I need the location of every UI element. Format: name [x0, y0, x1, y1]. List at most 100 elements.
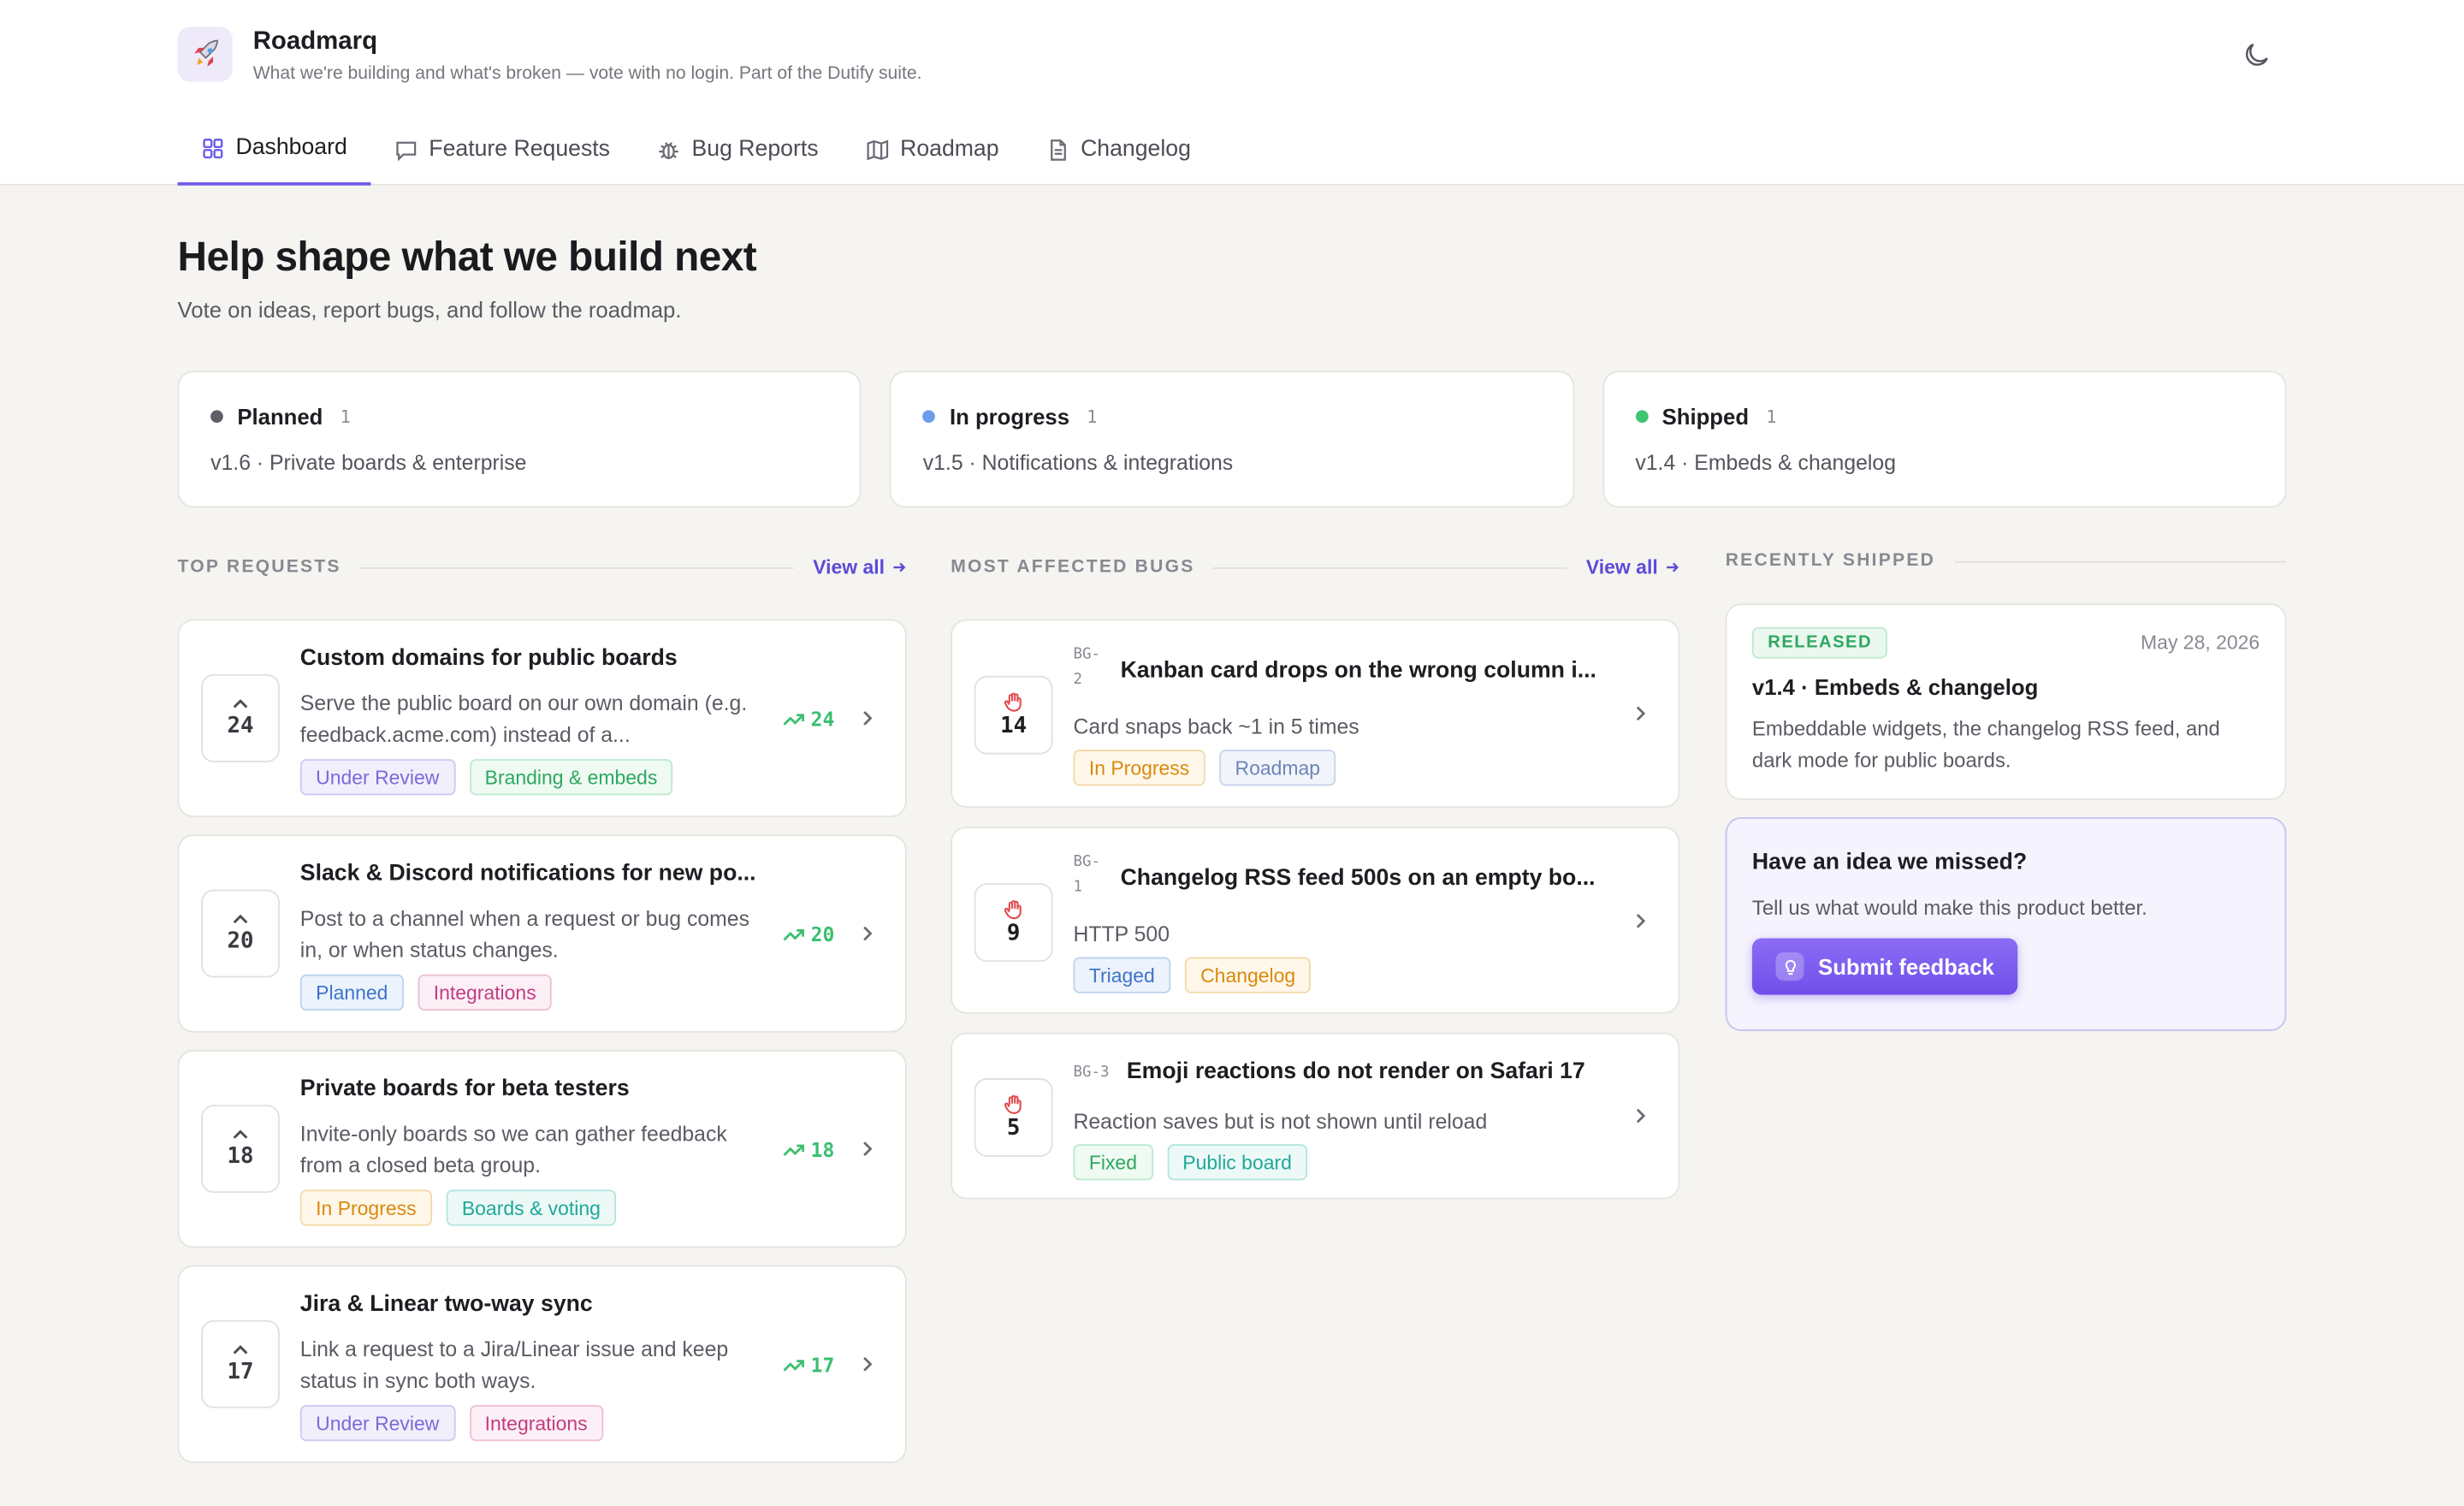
trend-count: 20 [810, 922, 835, 946]
request-card[interactable]: 24 Custom domains for public boards Serv… [177, 619, 907, 818]
tag-badge[interactable]: Triaged [1073, 957, 1171, 993]
trend-indicator: 24 [783, 707, 835, 732]
upvote-button[interactable]: 18 [201, 1105, 280, 1194]
tag-badge[interactable]: Fixed [1073, 1144, 1153, 1181]
trend-count: 18 [810, 1137, 835, 1162]
view-all-requests-link[interactable]: View all [813, 556, 907, 578]
chevron-right-icon[interactable] [1631, 911, 1650, 930]
release-title: v1.4 · Embeds & changelog [1751, 673, 2039, 700]
chevron-right-icon[interactable] [858, 924, 877, 943]
chevron-right-icon[interactable] [1631, 1106, 1650, 1125]
arrow-right-icon [893, 562, 906, 572]
trend-indicator: 17 [783, 1353, 835, 1377]
affected-button[interactable]: 14 [974, 675, 1053, 755]
tag-badge[interactable]: Under Review [299, 759, 455, 796]
tab-label: Roadmap [900, 136, 999, 163]
status-dot [922, 410, 936, 424]
request-card[interactable]: 17 Jira & Linear two-way sync Link a req… [177, 1265, 907, 1463]
view-all-bugs-link[interactable]: View all [1586, 556, 1680, 578]
chevron-right-icon[interactable] [858, 1355, 877, 1373]
view-all-label: View all [1585, 556, 1658, 578]
status-card-shipped[interactable]: Shipped 1 v1.4 · Embeds & changelog [1602, 371, 2287, 508]
request-card[interactable]: 18 Private boards for beta testers Invit… [177, 1049, 907, 1248]
trending-up-icon [783, 713, 804, 725]
grid-icon [203, 138, 223, 158]
tag-badge[interactable]: Under Review [299, 1405, 455, 1442]
affected-button[interactable]: 5 [974, 1077, 1053, 1157]
chevron-right-icon[interactable] [1631, 704, 1650, 723]
status-card-planned[interactable]: Planned 1 v1.6 · Private boards & enterpr… [177, 371, 862, 508]
request-tags: In Progress Boards & voting [299, 1189, 617, 1226]
tag-badge[interactable]: Changelog [1184, 957, 1312, 993]
request-tags: Under Review Branding & embeds [299, 759, 673, 796]
upvote-button[interactable]: 17 [201, 1319, 280, 1408]
bugs-section: MOST AFFECTED BUGS View all 14 BG- 2 Kanb… [951, 550, 1680, 1200]
trend-indicator: 18 [783, 1137, 835, 1162]
top-bar: Roadmarq What we're building and what's … [0, 0, 2464, 186]
upvote-button[interactable]: 20 [201, 889, 280, 978]
trending-up-icon [783, 1143, 804, 1156]
tag-badge[interactable]: Integrations [469, 1405, 604, 1442]
request-title: Slack & Discord notifications for new po… [299, 861, 756, 886]
bug-title: Emoji reactions do not render on Safari … [1126, 1058, 1585, 1085]
moon-icon[interactable] [2241, 39, 2272, 71]
tab-label: Dashboard [235, 134, 347, 161]
tag-badge[interactable]: Boards & voting [446, 1189, 617, 1226]
hand-icon [1004, 1094, 1022, 1114]
trend-indicator: 20 [783, 922, 835, 946]
request-title: Jira & Linear two-way sync [299, 1291, 593, 1318]
brand: Roadmarq What we're building and what's … [177, 27, 922, 84]
status-count: 1 [1766, 406, 1777, 427]
bug-card[interactable]: 14 BG- 2 Kanban card drops on the wrong c… [951, 619, 1680, 809]
section-heading: TOP REQUESTS [177, 558, 341, 578]
chevron-right-icon[interactable] [858, 709, 877, 727]
top-requests-section: TOP REQUESTS View all 24 Custom domains … [177, 550, 907, 1463]
tag-badge[interactable]: In Progress [1073, 750, 1205, 786]
request-title: Private boards for beta testers [299, 1076, 630, 1102]
tag-badge[interactable]: Roadmap [1219, 750, 1336, 786]
status-release: v1.6 · Private boards & enterprise [210, 451, 527, 475]
chevron-right-icon[interactable] [858, 1140, 877, 1159]
bug-tags: In Progress Roadmap [1073, 750, 1336, 786]
affected-count: 14 [1000, 713, 1028, 739]
released-badge: RELEASED [1751, 626, 1888, 659]
submit-feedback-button[interactable]: Submit feedback [1751, 938, 2018, 995]
page-title: Help shape what we build next [177, 232, 757, 280]
trend-count: 17 [810, 1353, 835, 1377]
bug-card[interactable]: 5 BG-3 Emoji reactions do not render on … [951, 1032, 1680, 1200]
trend-count: 24 [810, 707, 835, 732]
bug-tags: Fixed Public board [1073, 1144, 1308, 1181]
tag-badge[interactable]: In Progress [299, 1189, 432, 1226]
tag-badge[interactable]: Planned [299, 974, 404, 1011]
bug-description: Card snaps back ~1 in 5 times [1073, 714, 1359, 739]
tab-bug-reports[interactable]: Bug Reports [634, 113, 843, 185]
bug-description: HTTP 500 [1073, 922, 1170, 946]
request-description: Invite-only boards so we can gather feed… [299, 1122, 727, 1177]
status-cards: Planned 1 v1.6 · Private boards & enterpr… [177, 371, 2287, 508]
tab-dashboard[interactable]: Dashboard [177, 113, 371, 186]
request-title: Custom domains for public boards [299, 645, 678, 672]
tab-changelog[interactable]: Changelog [1022, 113, 1214, 185]
app-root: Roadmarq What we're building and what's … [0, 0, 2464, 1506]
tag-badge[interactable]: Branding & embeds [469, 759, 673, 796]
status-card-in-progress[interactable]: In progress 1 v1.5 · Notifications & inte… [890, 371, 1574, 508]
affected-button[interactable]: 9 [974, 883, 1053, 963]
tag-badge[interactable]: Integrations [418, 974, 553, 1011]
message-icon [396, 140, 417, 161]
status-label: Planned [237, 404, 323, 430]
tab-feature-requests[interactable]: Feature Requests [370, 113, 633, 185]
shipped-release-card[interactable]: RELEASED May 28, 2026 v1.4 · Embeds & ch… [1725, 603, 2287, 800]
map-icon [867, 139, 888, 160]
chevron-up-icon [233, 1130, 248, 1139]
request-description: Serve the public board on our own domain… [299, 691, 748, 747]
vote-count: 20 [227, 928, 254, 954]
tag-badge[interactable]: Public board [1166, 1144, 1308, 1181]
upvote-button[interactable]: 24 [201, 673, 280, 762]
app-tagline: What we're building and what's broken — … [252, 64, 922, 84]
tab-roadmap[interactable]: Roadmap [842, 113, 1022, 185]
status-release: v1.4 · Embeds & changelog [1635, 451, 1897, 475]
release-description: Embeddable widgets, the changelog RSS fe… [1751, 716, 2220, 772]
request-card[interactable]: 20 Slack & Discord notifications for new… [177, 834, 907, 1033]
status-label: In progress [949, 404, 1070, 430]
bug-card[interactable]: 9 BG- 1 Changelog RSS feed 500s on an emp… [951, 827, 1680, 1014]
